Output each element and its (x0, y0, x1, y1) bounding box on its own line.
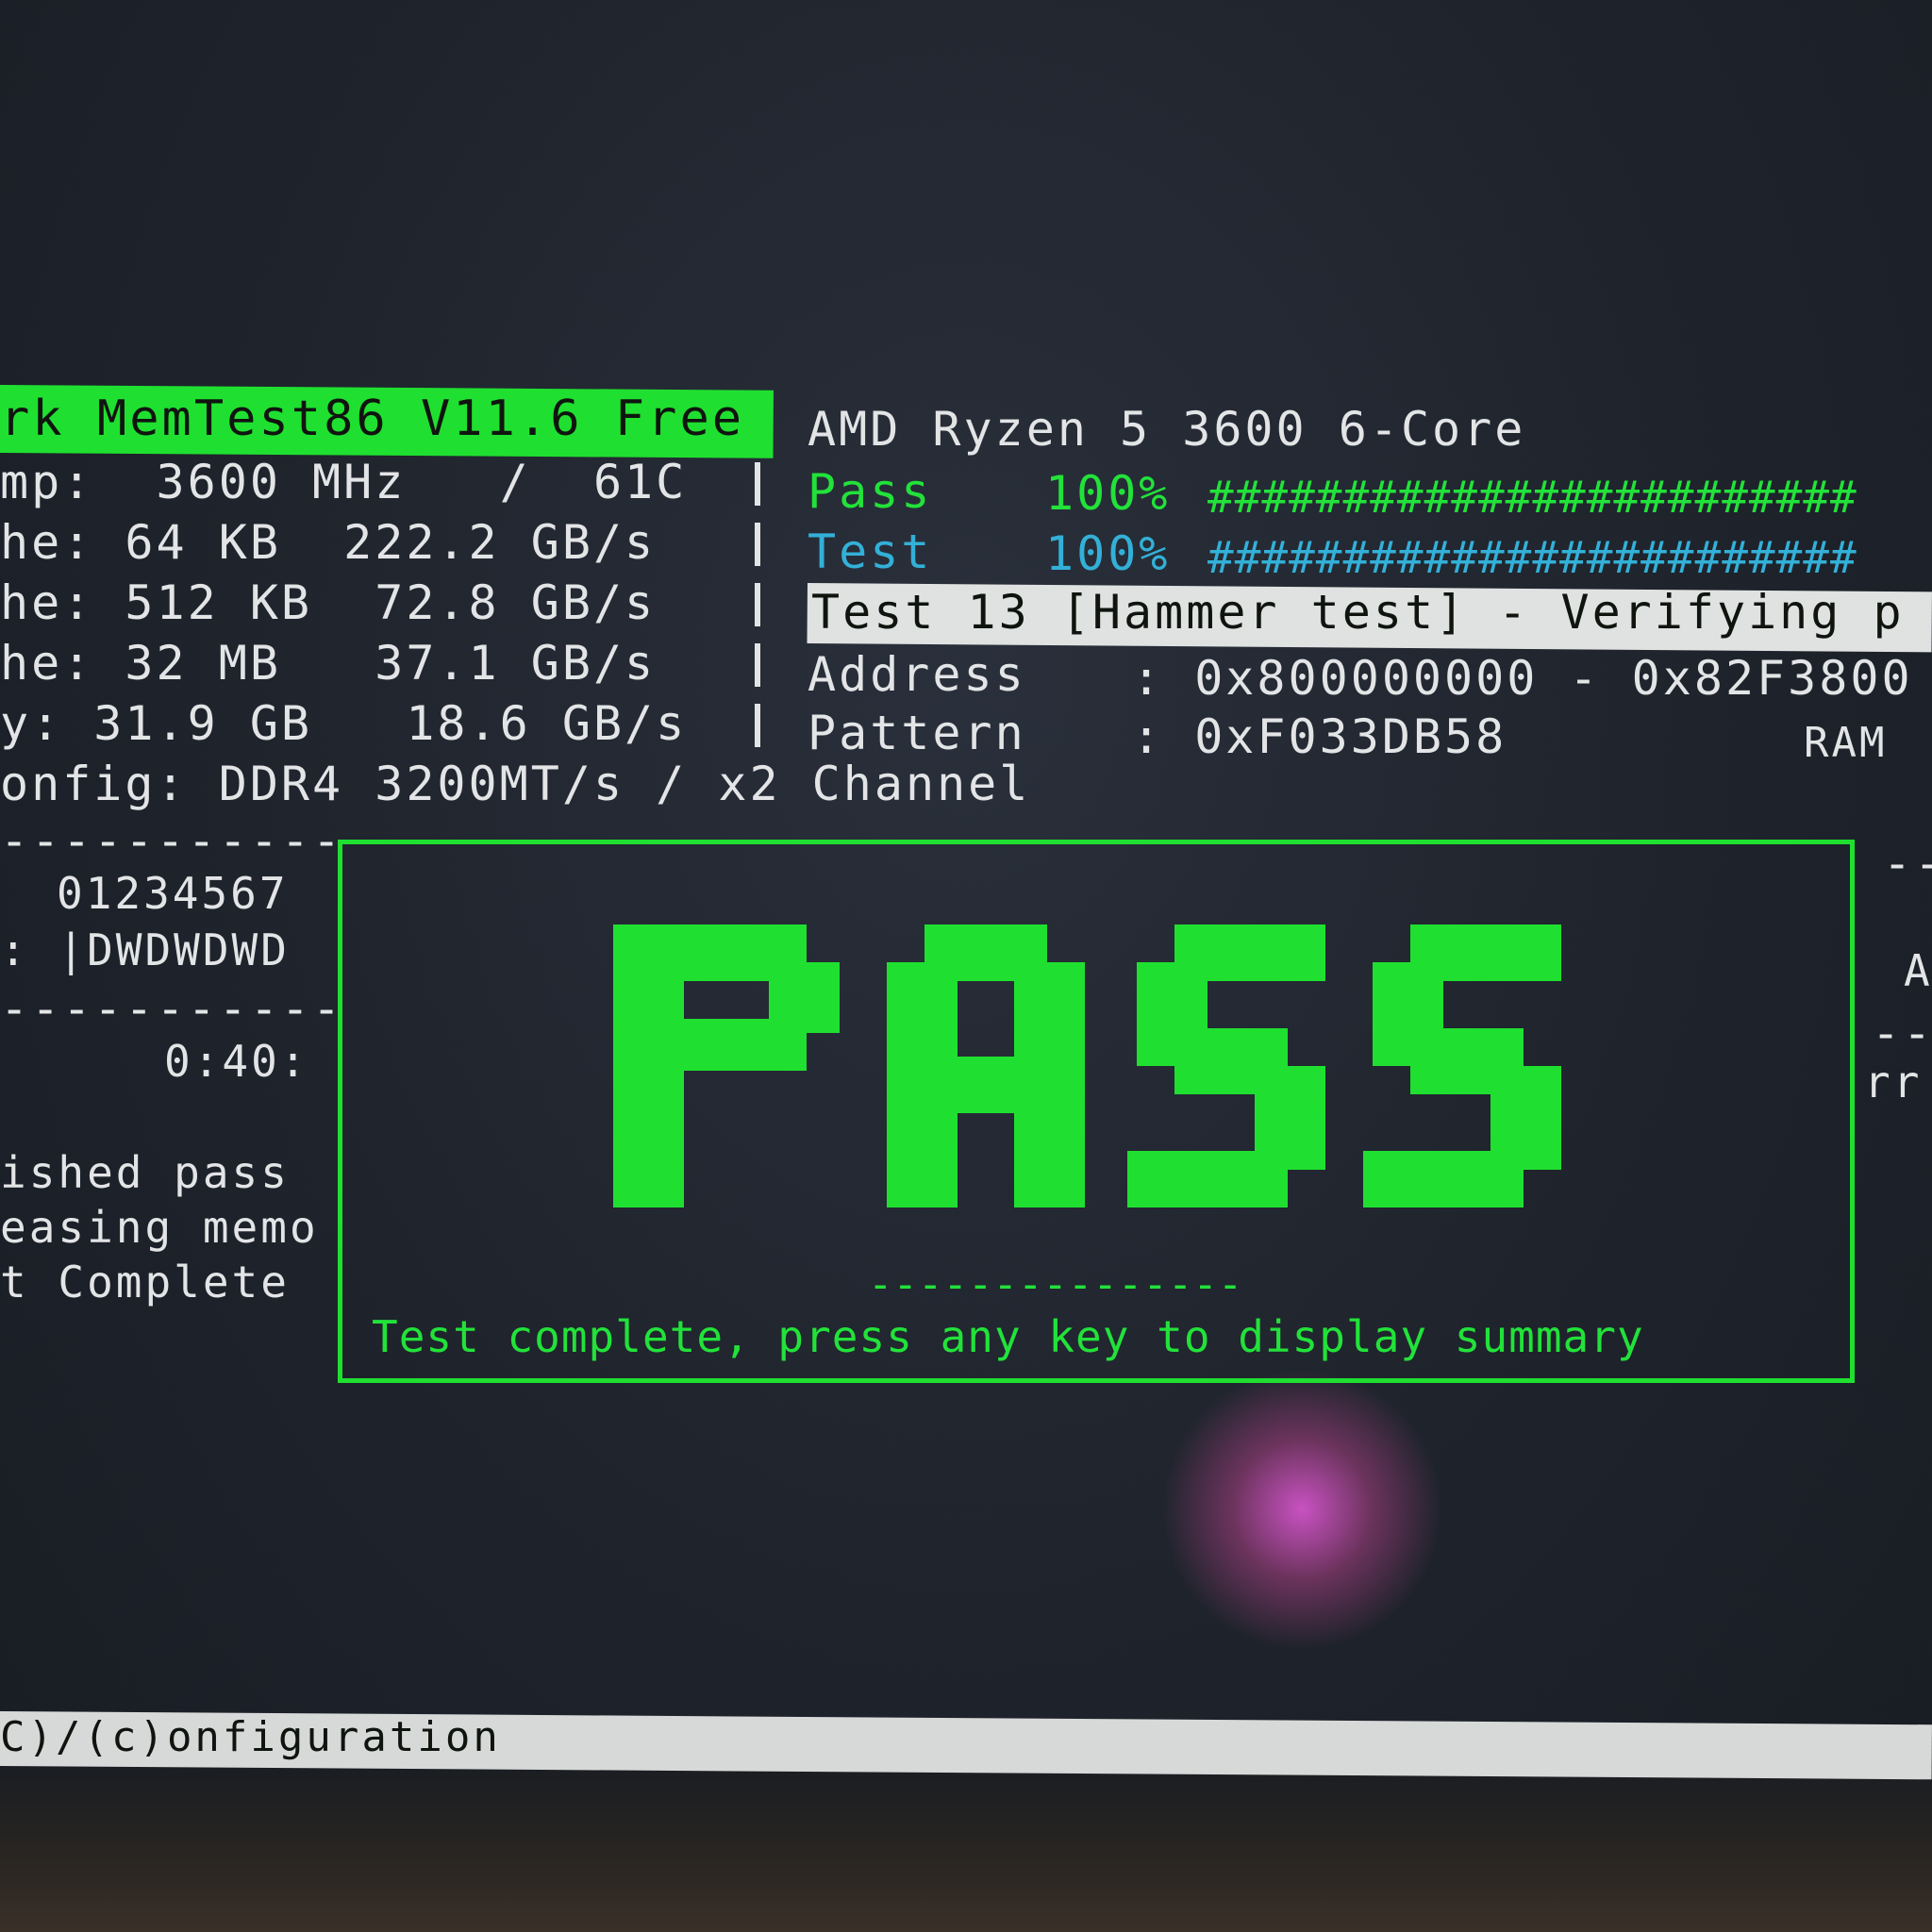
core-states: : |DWDWDWD (0, 924, 290, 975)
pass-progress-bar: ######################## (1208, 472, 1857, 523)
pass-letters (613, 924, 1561, 1208)
elapsed-time: 0:40: (164, 1036, 309, 1087)
l2-cache-row: he: 512 KB 72.8 GB/s (0, 575, 657, 630)
ram-label: RAM (1804, 719, 1888, 767)
right-edge-char: A (1904, 945, 1932, 996)
separator-line: ----------- (0, 981, 344, 1036)
pattern-label: Pattern (808, 706, 1026, 760)
column-divider (755, 643, 760, 687)
memory-config-row: onfig: DDR4 3200MT/s / x2 Channel (0, 757, 1031, 811)
column-divider (755, 462, 760, 506)
separator-line: -- (1872, 1006, 1932, 1060)
current-test-name: Test 13 [Hammer test] - Verifying p (811, 585, 1905, 640)
core-numbers: 01234567 (57, 868, 289, 919)
pattern-value: : 0xF033DB58 (1132, 709, 1507, 764)
pass-label: Pass (808, 464, 933, 519)
test-percent: 100% (1045, 526, 1171, 581)
clock-temp-row: mp: 3600 MHz / 61C (0, 455, 688, 509)
log-line: easing memo (0, 1202, 319, 1253)
address-range: : 0x800000000 - 0x82F3800 (1132, 651, 1913, 706)
test-progress-bar: ######################## (1208, 532, 1857, 583)
app-title: rk MemTest86 V11.6 Free (0, 391, 745, 447)
separator-line: ----------- (0, 813, 344, 868)
screen-glare (1160, 1368, 1443, 1651)
log-line: ished pass (0, 1147, 290, 1198)
pass-banner (613, 924, 1561, 1208)
configuration-hint[interactable]: C)/(c)onfiguration (0, 1717, 501, 1758)
column-divider (755, 583, 760, 626)
address-label: Address (808, 647, 1026, 702)
cpu-name: AMD Ryzen 5 3600 6-Core (808, 402, 1526, 457)
bottom-bezel (0, 1764, 1932, 1932)
log-line: t Complete (0, 1257, 290, 1307)
l3-cache-row: he: 32 MB 37.1 GB/s (0, 636, 657, 691)
memory-row: y: 31.9 GB 18.6 GB/s (0, 696, 688, 751)
right-edge-fragment: rr (1864, 1057, 1923, 1108)
pass-percent: 100% (1045, 466, 1171, 521)
l1-cache-row: he: 64 KB 222.2 GB/s (0, 515, 657, 570)
test-label: Test (808, 525, 933, 579)
column-divider (755, 704, 760, 747)
result-message: Test complete, press any key to display … (372, 1311, 1644, 1362)
result-separator: --------------- (868, 1260, 1243, 1308)
separator-line: -- (1883, 836, 1932, 891)
column-divider (755, 523, 760, 566)
